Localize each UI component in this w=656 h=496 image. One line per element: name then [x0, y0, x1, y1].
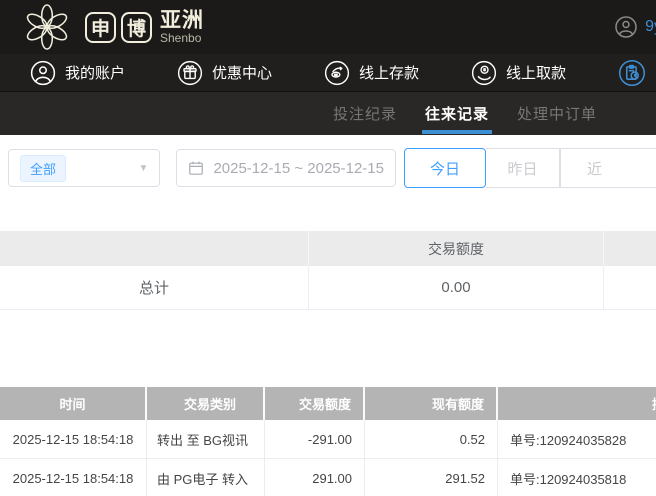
- summary-header-extra: [603, 231, 656, 266]
- calendar-icon: [188, 160, 204, 176]
- nav-label: 线上取款: [506, 62, 566, 83]
- logo-char-bo: 博: [121, 12, 152, 43]
- tab-betting-records[interactable]: 投注纪录: [333, 92, 397, 135]
- filter-row: 全部 ▼ 2025-12-15 ~ 2025-12-15 今日 昨日 近: [8, 148, 656, 188]
- table-row: 2025-12-15 18:54:18 转出 至 BG视讯 -291.00 0.…: [0, 420, 656, 459]
- nav-item-deposit[interactable]: 线上存款: [324, 60, 419, 86]
- cell-amount: -291.00: [265, 420, 365, 458]
- cell-amount: 291.00: [265, 459, 365, 496]
- cell-note: 单号:120924035828: [498, 420, 656, 458]
- selected-type-tag[interactable]: 全部: [20, 155, 66, 182]
- logo-region-text: 亚洲: [160, 10, 204, 32]
- nav-label: 我的账户: [65, 62, 125, 83]
- summary-table: 交易额度 总计 0.00: [0, 231, 656, 310]
- deposit-icon: [324, 60, 350, 86]
- user-icon: [30, 60, 56, 86]
- transactions-table: 时间 交易类别 交易额度 现有额度 描述 2025-12-15 18:54:18…: [0, 387, 656, 496]
- logo-char-shen: 申: [85, 12, 116, 43]
- gift-icon: [177, 60, 203, 86]
- nav-item-promotions[interactable]: 优惠中心: [177, 60, 272, 86]
- account-menu[interactable]: 9y: [614, 15, 656, 39]
- table-row: 2025-12-15 18:54:18 由 PG电子 转入 291.00 291…: [0, 459, 656, 496]
- cell-type: 转出 至 BG视讯: [147, 420, 265, 458]
- summary-total-label: 总计: [0, 266, 308, 309]
- logo-subtitle: Shenbo: [160, 32, 204, 45]
- withdraw-icon: [471, 60, 497, 86]
- col-header-balance: 现有额度: [365, 387, 498, 420]
- record-tabs: 投注纪录 往来记录 处理中订单: [0, 92, 656, 135]
- cell-type: 由 PG电子 转入: [147, 459, 265, 496]
- cell-note: 单号:120924035818: [498, 459, 656, 496]
- cell-time: 2025-12-15 18:54:18: [0, 420, 147, 458]
- col-header-time: 时间: [0, 387, 147, 420]
- nav-item-my-account[interactable]: 我的账户: [30, 60, 125, 86]
- nav-label: 线上存款: [359, 62, 419, 83]
- flower-logo-icon: [24, 4, 70, 50]
- quick-date-buttons: 今日 昨日 近: [404, 148, 656, 188]
- nav-item-records[interactable]: [618, 59, 655, 87]
- type-select[interactable]: 全部 ▼: [8, 149, 160, 187]
- summary-total-value: 0.00: [308, 266, 603, 309]
- transactions-header-row: 时间 交易类别 交易额度 现有额度 描述: [0, 387, 656, 420]
- summary-total-extra: [603, 266, 656, 309]
- recent-days-button[interactable]: 近: [560, 148, 656, 188]
- user-avatar-icon: [614, 15, 638, 39]
- cell-balance: 291.52: [365, 459, 498, 496]
- yesterday-button[interactable]: 昨日: [486, 148, 560, 188]
- cell-time: 2025-12-15 18:54:18: [0, 459, 147, 496]
- username: 9y: [645, 18, 656, 36]
- records-icon: [618, 59, 646, 87]
- nav-label: 优惠中心: [212, 62, 272, 83]
- tab-pending-orders[interactable]: 处理中订单: [517, 92, 597, 135]
- summary-header-row: 交易额度: [0, 231, 656, 266]
- col-header-note: 描述: [498, 387, 656, 420]
- nav-item-withdraw[interactable]: 线上取款: [471, 60, 566, 86]
- summary-header-amount: 交易额度: [308, 231, 603, 266]
- tab-transaction-records[interactable]: 往来记录: [425, 92, 489, 135]
- chevron-down-icon: ▼: [139, 163, 149, 174]
- summary-total-row: 总计 0.00: [0, 266, 656, 310]
- main-nav: 我的账户 优惠中心 线上存款: [0, 54, 656, 92]
- summary-header-blank: [0, 231, 308, 266]
- brand-logo[interactable]: 申 博 亚洲 Shenbo: [24, 4, 204, 50]
- today-button[interactable]: 今日: [404, 148, 486, 188]
- top-header: 申 博 亚洲 Shenbo 9y: [0, 0, 656, 54]
- cell-balance: 0.52: [365, 420, 498, 458]
- date-range-value: 2025-12-15 ~ 2025-12-15: [213, 160, 384, 177]
- col-header-amount: 交易额度: [265, 387, 365, 420]
- col-header-type: 交易类别: [147, 387, 265, 420]
- date-range-picker[interactable]: 2025-12-15 ~ 2025-12-15: [176, 149, 396, 187]
